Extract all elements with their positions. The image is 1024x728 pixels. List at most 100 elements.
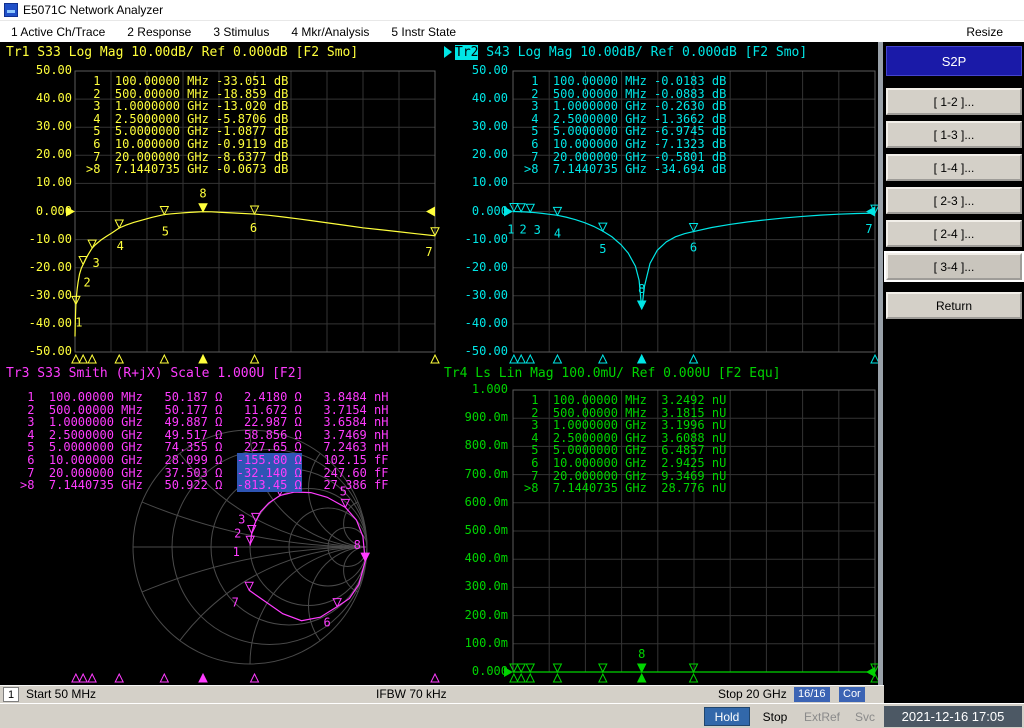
app-icon [4,3,18,17]
tr2-axis-label: 10.00 [452,176,508,189]
tr4-axis-label: 600.0m [452,496,508,509]
svg-text:3: 3 [238,512,245,526]
softkey-1-2[interactable]: [ 1-2 ]... [886,88,1022,115]
tr1-axis-label: 10.00 [16,176,72,189]
tr1-marker-table: 1 100.00000 MHz -33.051 dB 2 500.00000 M… [86,75,288,176]
tr2-axis-label: -20.00 [452,261,508,274]
active-trace-arrow-icon [444,46,452,58]
trace3-title: Tr3 S33 Smith (R+jX) Scale 1.000U [F2] [6,366,303,381]
menu-mkr-analysis[interactable]: 4 Mkr/Analysis [280,25,380,39]
tr4-axis-label: 1.000 [452,383,508,396]
menu-stimulus[interactable]: 3 Stimulus [202,25,280,39]
tr4-axis-label: 400.0m [452,552,508,565]
tr1-axis-label: 20.00 [16,148,72,161]
svg-text:8: 8 [638,647,645,661]
extref-button[interactable]: ExtRef [798,707,846,726]
tr4-axis-label: 800.0m [452,439,508,452]
averaging-badge: 16/16 [794,687,830,702]
tr1-axis-label: -20.00 [16,261,72,274]
svg-text:6: 6 [690,241,697,255]
softkey-panel: S2P [ 1-2 ]... [ 1-3 ]... [ 1-4 ]... [ 2… [884,42,1024,703]
status-bar: 1 Start 50 MHz IFBW 70 kHz Stop 20 GHz 1… [0,685,884,703]
svg-text:8: 8 [199,187,206,201]
ifbw-label: IFBW 70 kHz [376,687,447,702]
tr3-marker-table: 1 100.00000 MHz 50.187 Ω 2.4180 Ω 3.8484… [20,391,388,492]
window-titlebar: E5071C Network Analyzer [0,0,1024,21]
svg-text:3: 3 [93,256,100,270]
stop-button[interactable]: Stop [756,707,794,726]
tr1-axis-label: -10.00 [16,233,72,246]
svg-text:7: 7 [865,222,872,236]
instrument-display: 1234567812345678123456788 Tr1 S33 Log Ma… [0,42,884,685]
menu-response[interactable]: 2 Response [116,25,202,39]
svg-text:4: 4 [554,226,561,240]
svg-text:8: 8 [638,282,645,296]
tr1-axis-label: 40.00 [16,92,72,105]
softkey-menu-title: S2P [886,46,1022,76]
channel-number-box: 1 [3,687,19,702]
tr2-axis-label: 20.00 [452,148,508,161]
svg-text:5: 5 [599,242,606,256]
hold-button[interactable]: Hold [704,707,750,726]
clock-display: 2021-12-16 17:05 [884,706,1022,727]
svg-text:8: 8 [354,538,361,552]
tr2-axis-label: -50.00 [452,345,508,358]
svg-text:4: 4 [117,239,124,253]
trace1-title: Tr1 S33 Log Mag 10.00dB/ Ref 0.000dB [F2… [6,45,358,60]
trace4-title: Tr4 Ls Lin Mag 100.0mU/ Ref 0.000U [F2 E… [444,366,781,381]
window-title: E5071C Network Analyzer [23,3,163,17]
tr1-axis-label: -40.00 [16,317,72,330]
softkey-3-4[interactable]: [ 3-4 ]... [886,253,1022,280]
softkey-1-4[interactable]: [ 1-4 ]... [886,154,1022,181]
svg-text:6: 6 [324,616,331,630]
tr1-axis-label: -50.00 [16,345,72,358]
softkey-2-4[interactable]: [ 2-4 ]... [886,220,1022,247]
tr1-axis-label: 30.00 [16,120,72,133]
tr2-axis-label: 30.00 [452,120,508,133]
svg-text:3: 3 [534,223,541,237]
svg-text:2: 2 [84,275,91,289]
tr4-axis-label: 900.0m [452,411,508,424]
svg-text:2: 2 [520,223,527,237]
sweep-stop-label: Stop 20 GHz [718,687,787,702]
tr2-axis-label: -10.00 [452,233,508,246]
menu-active-ch-trace[interactable]: 1 Active Ch/Trace [0,25,116,39]
trace2-title: Tr2 S43 Log Mag 10.00dB/ Ref 0.000dB [F2… [444,45,807,60]
svg-text:7: 7 [425,245,432,259]
menu-instr-state[interactable]: 5 Instr State [380,25,467,39]
svg-text:6: 6 [250,221,257,235]
tr2-axis-label: 50.00 [452,64,508,77]
svg-text:1: 1 [75,315,82,329]
tr4-axis-label: 700.0m [452,468,508,481]
active-trace-badge: Tr2 [455,45,478,60]
task-bar: Hold Stop ExtRef Svc 2021-12-16 17:05 [0,703,1024,728]
tr2-axis-label: -30.00 [452,289,508,302]
softkey-return[interactable]: Return [886,292,1022,319]
svg-text:5: 5 [162,225,169,239]
svg-text:1: 1 [507,223,514,237]
tr4-axis-label: 200.0m [452,609,508,622]
svg-text:7: 7 [232,595,239,609]
tr1-axis-label: -30.00 [16,289,72,302]
softkey-2-3[interactable]: [ 2-3 ]... [886,187,1022,214]
menu-resize[interactable]: Resize [955,25,1014,39]
display-right-divider [878,42,883,685]
softkey-1-3[interactable]: [ 1-3 ]... [886,121,1022,148]
tr4-axis-label: 0.000 [452,665,508,678]
tr2-axis-label: -40.00 [452,317,508,330]
trace2-title-text: S43 Log Mag 10.00dB/ Ref 0.000dB [F2 Smo… [478,45,807,60]
tr4-marker-table: 1 100.00000 MHz 3.2492 nU 2 500.00000 MH… [524,394,726,495]
svc-button[interactable]: Svc [850,707,880,726]
tr2-marker-table: 1 100.00000 MHz -0.0183 dB 2 500.00000 M… [524,75,726,176]
sweep-start-label: Start 50 MHz [26,687,96,702]
tr1-axis-label: 0.000 [16,205,72,218]
tr2-axis-label: 0.000 [452,205,508,218]
tr2-axis-label: 40.00 [452,92,508,105]
svg-text:1: 1 [233,545,240,559]
tr1-axis-label: 50.00 [16,64,72,77]
tr4-axis-label: 300.0m [452,580,508,593]
tr4-axis-label: 500.0m [452,524,508,537]
menu-bar: 1 Active Ch/Trace 2 Response 3 Stimulus … [0,21,1024,42]
correction-badge: Cor [839,687,865,702]
svg-text:2: 2 [234,527,241,541]
